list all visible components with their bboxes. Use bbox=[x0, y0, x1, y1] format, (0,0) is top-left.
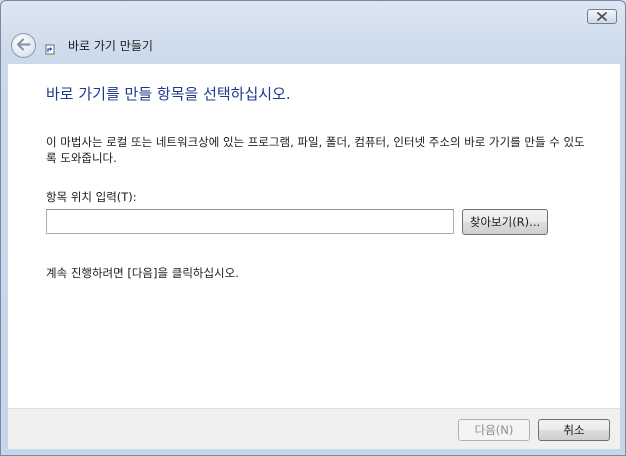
close-button[interactable] bbox=[587, 9, 617, 24]
location-label: 항목 위치 입력(T): bbox=[46, 190, 137, 204]
content-panel: 바로 가기를 만들 항목을 선택하십시오. 이 마법사는 로컬 또는 네트워크상… bbox=[8, 64, 620, 408]
wizard-window: 바로 가기 만들기 바로 가기를 만들 항목을 선택하십시오. 이 마법사는 로… bbox=[0, 0, 626, 456]
description-text: 이 마법사는 로컬 또는 네트워크상에 있는 프로그램, 파일, 폴더, 컴퓨터… bbox=[46, 135, 585, 165]
close-icon bbox=[597, 12, 607, 21]
shortcut-wizard-icon bbox=[45, 41, 55, 55]
instruction-text: 계속 진행하려면 [다음]을 클릭하십시오. bbox=[46, 266, 239, 280]
next-button[interactable]: 다음(N) bbox=[458, 419, 530, 441]
location-input[interactable] bbox=[46, 209, 454, 234]
browse-button[interactable]: 찾아보기(R)... bbox=[462, 209, 548, 235]
window-title: 바로 가기 만들기 bbox=[68, 39, 153, 53]
page-heading: 바로 가기를 만들 항목을 선택하십시오. bbox=[46, 85, 291, 103]
footer-bar: 다음(N) 취소 bbox=[8, 409, 620, 449]
back-button[interactable] bbox=[11, 33, 36, 58]
cancel-button[interactable]: 취소 bbox=[538, 419, 610, 441]
back-arrow-icon bbox=[16, 37, 31, 54]
